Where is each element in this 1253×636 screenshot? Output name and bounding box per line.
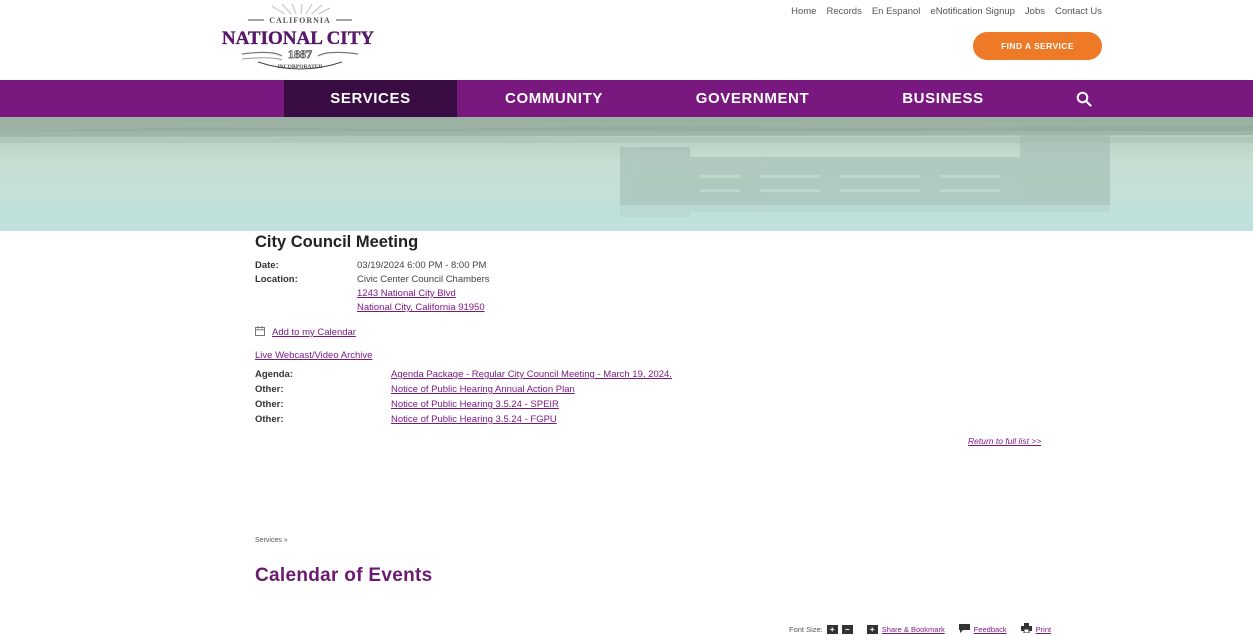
nav-services[interactable]: SERVICES <box>284 80 457 117</box>
document-row: Agenda: Agenda Package - Regular City Co… <box>255 369 1055 381</box>
share-bookmark-link[interactable]: Share & Bookmark <box>882 625 945 634</box>
annual-action-plan-link[interactable]: Notice of Public Hearing Annual Action P… <box>391 384 575 395</box>
document-row: Other: Notice of Public Hearing 3.5.24 -… <box>255 414 1055 426</box>
return-to-list-link[interactable]: Return to full list >> <box>968 436 1041 446</box>
breadcrumb[interactable]: Services » <box>255 537 288 544</box>
enotification-signup-link[interactable]: eNotification Signup <box>930 6 1015 17</box>
document-type-label: Other: <box>255 414 284 425</box>
event-title: City Council Meeting <box>255 233 419 251</box>
feedback-icon <box>958 623 970 635</box>
jobs-link[interactable]: Jobs <box>1025 6 1045 17</box>
date-label: Date: <box>255 260 279 271</box>
date-value: 03/19/2024 6:00 PM - 8:00 PM <box>357 260 487 271</box>
logo-bottom-text: INCORPORATED <box>278 64 323 70</box>
address-line1-link[interactable]: 1243 National City Blvd <box>357 288 456 299</box>
document-type-label: Agenda: <box>255 369 293 380</box>
address-line2-link[interactable]: National City, California 91950 <box>357 302 485 313</box>
utility-nav: Home Records En Espanol eNotification Si… <box>791 6 1102 17</box>
event-details: City Council Meeting Date: 03/19/2024 6:… <box>255 233 1055 426</box>
search-icon[interactable] <box>1064 80 1104 117</box>
document-type-label: Other: <box>255 384 284 395</box>
logo-top-text: CALIFORNIA <box>269 16 331 25</box>
agenda-package-link[interactable]: Agenda Package - Regular City Council Me… <box>391 369 672 380</box>
location-label: Location: <box>255 274 298 285</box>
nav-community[interactable]: COMMUNITY <box>470 80 638 117</box>
fgpu-notice-link[interactable]: Notice of Public Hearing 3.5.24 - FGPU <box>391 414 557 425</box>
font-increase-icon[interactable]: + <box>826 624 838 634</box>
home-link[interactable]: Home <box>791 6 816 17</box>
city-logo[interactable]: CALIFORNIA NATIONAL CITY 1887 INCORPORAT… <box>212 3 382 72</box>
contact-us-link[interactable]: Contact Us <box>1055 6 1102 17</box>
logo-year: 1887 <box>288 47 312 61</box>
records-link[interactable]: Records <box>826 6 861 17</box>
document-type-label: Other: <box>255 399 284 410</box>
print-link[interactable]: Print <box>1036 625 1051 634</box>
en-espanol-link[interactable]: En Espanol <box>872 6 921 17</box>
live-webcast-link[interactable]: Live Webcast/Video Archive <box>255 350 372 361</box>
page-tools: Font Size: + − + Share & Bookmark Feedba… <box>789 623 1051 635</box>
nav-government[interactable]: GOVERNMENT <box>660 80 845 117</box>
calendar-icon <box>255 326 265 339</box>
document-row: Other: Notice of Public Hearing Annual A… <box>255 384 1055 396</box>
share-plus-icon: + <box>866 624 878 634</box>
add-to-calendar-link[interactable]: Add to my Calendar <box>272 327 356 338</box>
logo-main-text: NATIONAL CITY <box>222 28 374 49</box>
document-row: Other: Notice of Public Hearing 3.5.24 -… <box>255 399 1055 411</box>
speir-notice-link[interactable]: Notice of Public Hearing 3.5.24 - SPEIR <box>391 399 559 410</box>
page-title: Calendar of Events <box>255 565 433 586</box>
main-nav: SERVICES COMMUNITY GOVERNMENT BUSINESS <box>0 80 1253 117</box>
nav-business[interactable]: BUSINESS <box>862 80 1024 117</box>
location-name: Civic Center Council Chambers <box>357 274 490 285</box>
find-a-service-button[interactable]: FIND A SERVICE <box>973 32 1102 60</box>
header-banner-image <box>0 117 1253 231</box>
font-decrease-icon[interactable]: − <box>841 624 853 634</box>
font-size-label: Font Size: <box>789 624 823 634</box>
print-icon <box>1020 623 1032 635</box>
feedback-link[interactable]: Feedback <box>974 625 1007 634</box>
